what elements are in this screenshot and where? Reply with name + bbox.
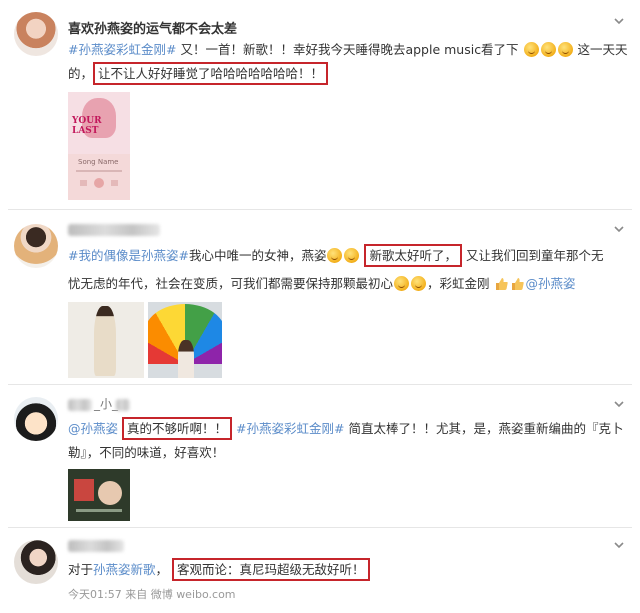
hashtag-link[interactable]: #孙燕姿彩虹金刚# xyxy=(68,42,176,57)
hashtag-link[interactable]: #我的偶像是孙燕姿# xyxy=(68,248,189,263)
image-detail xyxy=(98,481,122,505)
post-text-line: 的， 让不让人好好睡觉了哈哈哈哈哈哈哈！！ xyxy=(68,62,329,85)
weibo-post-4: 对于孙燕姿新歌， 客观而论：真尼玛超级无敌好听！ 今天01:57 来自 微博 w… xyxy=(0,528,640,613)
post-text: 的， xyxy=(68,66,94,81)
image-detail xyxy=(76,509,122,512)
hashtag-link[interactable]: #孙燕姿彩虹金刚# xyxy=(236,421,344,436)
image-detail xyxy=(74,479,94,501)
play-button xyxy=(94,178,104,188)
post-image[interactable] xyxy=(68,302,144,378)
avatar[interactable] xyxy=(14,540,58,584)
thumbs-up-icon xyxy=(495,278,508,290)
avatar[interactable] xyxy=(14,12,58,56)
smile-emoji-icon xyxy=(523,42,539,57)
shy-emoji-icon xyxy=(394,276,410,291)
post-text-line: #孙燕姿彩虹金刚# 又！一首！新歌！！幸好我今天睡得晚去apple music看… xyxy=(68,40,628,60)
highlight-box: 新歌太好听了， xyxy=(364,244,462,267)
mention-link[interactable]: @孙燕姿 xyxy=(526,276,576,291)
post-text: 勒』，不同的味道，好喜欢！ xyxy=(68,445,225,460)
chevron-down-icon[interactable] xyxy=(614,540,624,550)
post-text-line: 勒』，不同的味道，好喜欢！ xyxy=(68,443,224,463)
shy-emoji-icon xyxy=(327,248,343,263)
username-visible-part[interactable]: _小_ xyxy=(94,395,118,412)
smile-emoji-icon xyxy=(557,42,573,57)
shy-emoji-icon xyxy=(344,248,360,263)
post-text: 简直太棒了！！尤其，是，燕姿重新编曲的『克卜 xyxy=(348,421,624,436)
weibo-post-1: 喜欢孙燕姿的运气都不会太差 #孙燕姿彩虹金刚# 又！一首！新歌！！幸好我今天睡得… xyxy=(0,0,640,208)
chevron-down-icon[interactable] xyxy=(614,399,624,409)
username-blurred[interactable] xyxy=(68,224,160,236)
highlight-box: 真的不够听啊！！ xyxy=(122,417,233,440)
album-title: YOUR LAST xyxy=(72,116,102,136)
smile-emoji-icon xyxy=(540,42,556,57)
post-text-line: 忧无虑的年代，社会在变质，可我们都需要保持那颗最初心 ，彩虹金刚 @孙燕姿 xyxy=(68,274,576,294)
post-text: 对于 xyxy=(68,562,94,577)
player-caption: Song Name xyxy=(78,158,119,166)
highlight-box: 让不让人好好睡觉了哈哈哈哈哈哈哈！！ xyxy=(93,62,329,85)
post-text: 又！一首！新歌！！幸好我今天睡得晚去apple music看了下 xyxy=(180,42,519,57)
next-button xyxy=(111,180,118,186)
prev-button xyxy=(80,180,87,186)
shy-emoji-icon xyxy=(411,276,427,291)
weibo-post-2: #我的偶像是孙燕姿#我心中唯一的女神，燕姿 新歌太好听了， 又让我们回到童年那个… xyxy=(0,210,640,382)
post-text: 这一天天 xyxy=(577,42,628,57)
thumbs-up-icon xyxy=(511,278,524,290)
username-blurred[interactable] xyxy=(116,399,130,411)
mention-link[interactable]: @孙燕姿 xyxy=(68,421,118,436)
post-image[interactable]: YOUR LAST xyxy=(68,92,130,154)
post-text: 我心中唯一的女神，燕姿 xyxy=(188,248,327,263)
post-text: 又让我们回到童年那个无 xyxy=(465,248,604,263)
chevron-down-icon[interactable] xyxy=(614,16,624,26)
avatar[interactable] xyxy=(14,397,58,441)
post-text-line: 对于孙燕姿新歌， 客观而论：真尼玛超级无敌好听！ xyxy=(68,558,370,581)
post-text: 忧无虑的年代，社会在变质，可我们都需要保持那颗最初心 xyxy=(68,276,394,291)
post-text-line: #我的偶像是孙燕姿#我心中唯一的女神，燕姿 新歌太好听了， 又让我们回到童年那个… xyxy=(68,244,604,267)
post-image[interactable] xyxy=(68,469,130,521)
post-timestamp: 今天01:57 来自 微博 weibo.com xyxy=(68,588,236,601)
weibo-post-3: _小_ @孙燕姿 真的不够听啊！！ #孙燕姿彩虹金刚# 简直太棒了！！尤其，是，… xyxy=(0,385,640,525)
music-player-image[interactable]: Song Name xyxy=(68,154,130,200)
avatar[interactable] xyxy=(14,224,58,268)
post-text: ，彩虹金刚 xyxy=(427,276,490,291)
post-text-line: @孙燕姿 真的不够听啊！！ #孙燕姿彩虹金刚# 简直太棒了！！尤其，是，燕姿重新… xyxy=(68,417,624,440)
chevron-down-icon[interactable] xyxy=(614,224,624,234)
person-figure xyxy=(178,340,194,378)
post-text: ， xyxy=(155,562,169,577)
post-image[interactable] xyxy=(148,302,222,378)
highlight-box: 客观而论：真尼玛超级无敌好听！ xyxy=(172,558,370,581)
username-blurred[interactable] xyxy=(68,399,92,411)
progress-bar xyxy=(76,170,122,172)
username-blurred[interactable] xyxy=(68,540,124,552)
username[interactable]: 喜欢孙燕姿的运气都不会太差 xyxy=(68,18,237,37)
topic-link[interactable]: 孙燕姿新歌 xyxy=(93,562,156,577)
dress-figure xyxy=(94,306,116,376)
